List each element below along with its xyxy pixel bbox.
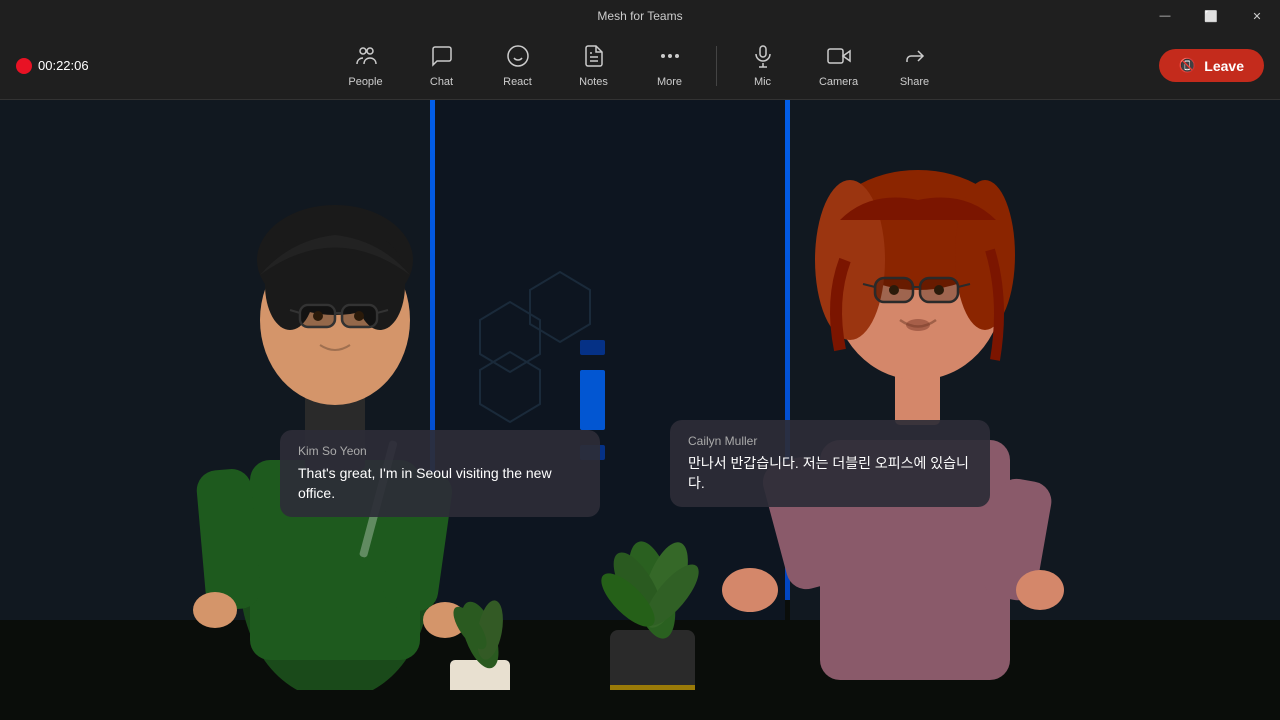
toolbar-center: People Chat React [332,36,949,96]
close-button[interactable]: ✕ [1234,0,1280,32]
leave-label: Leave [1204,58,1244,74]
speech-bubble-left: Kim So Yeon That's great, I'm in Seoul v… [280,430,600,517]
more-label: More [657,76,682,88]
people-label: People [348,76,382,88]
leave-button[interactable]: 📵 Leave [1159,49,1264,82]
more-icon [658,44,682,72]
react-icon [506,44,530,72]
maximize-button[interactable]: ⬜ [1188,0,1234,32]
share-label: Share [900,76,929,88]
toolbar: 00:22:06 People Chat [0,32,1280,100]
react-label: React [503,76,532,88]
window-controls: — ⬜ ✕ [1142,0,1280,32]
share-icon [903,44,927,72]
mic-button[interactable]: Mic [729,36,797,96]
toolbar-divider [716,46,717,86]
camera-label: Camera [819,76,858,88]
bubble-right-name: Cailyn Muller [688,434,972,448]
scene-svg [0,100,1280,720]
chat-button[interactable]: Chat [408,36,476,96]
notes-icon [582,44,606,72]
more-button[interactable]: More [636,36,704,96]
mic-icon [751,44,775,72]
leave-phone-icon: 📵 [1179,57,1196,74]
titlebar: Mesh for Teams — ⬜ ✕ [0,0,1280,32]
mic-label: Mic [754,76,771,88]
minimize-button[interactable]: — [1142,0,1188,32]
bubble-left-text: That's great, I'm in Seoul visiting the … [298,464,582,503]
chat-icon [430,44,454,72]
bubble-left-name: Kim So Yeon [298,444,582,458]
bubble-right-text: 만나서 반갑습니다. 저는 더블린 오피스에 있습니다. [688,454,972,493]
notes-button[interactable]: Notes [560,36,628,96]
main-scene: Kim So Yeon That's great, I'm in Seoul v… [0,100,1280,720]
recording-time: 00:22:06 [38,58,89,73]
chat-label: Chat [430,76,453,88]
recording-indicator: 00:22:06 [16,58,89,74]
app-title: Mesh for Teams [597,9,682,23]
camera-icon [827,44,851,72]
camera-button[interactable]: Camera [805,36,873,96]
react-button[interactable]: React [484,36,552,96]
people-icon [354,44,378,72]
recording-dot [16,58,32,74]
share-button[interactable]: Share [881,36,949,96]
people-button[interactable]: People [332,36,400,96]
notes-label: Notes [579,76,608,88]
speech-bubble-right: Cailyn Muller 만나서 반갑습니다. 저는 더블린 오피스에 있습니… [670,420,990,507]
